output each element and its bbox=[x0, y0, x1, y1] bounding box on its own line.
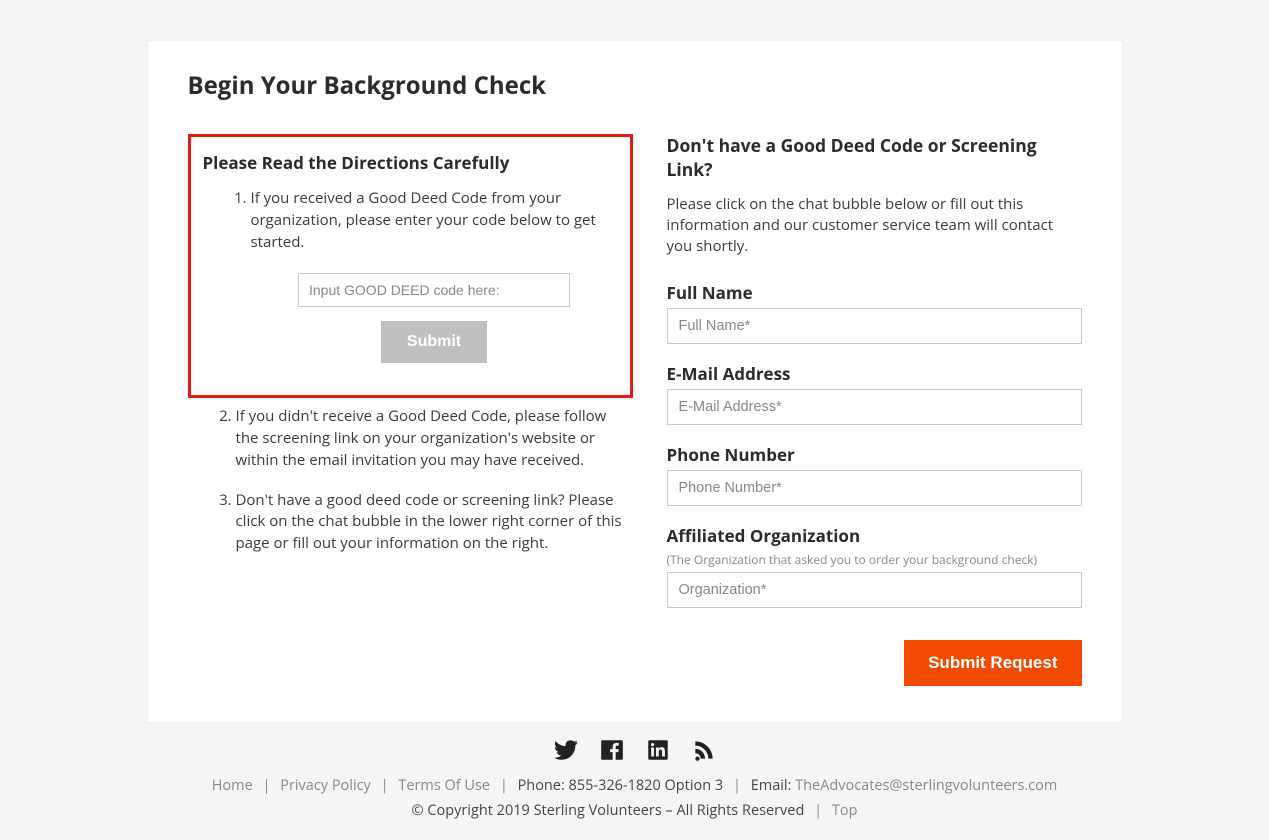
org-note: (The Organization that asked you to orde… bbox=[667, 551, 1082, 568]
social-icons-row bbox=[0, 737, 1269, 768]
direction-step-2: If you didn't receive a Good Deed Code, … bbox=[236, 406, 633, 471]
direction-step-1-text: If you received a Good Deed Code from yo… bbox=[251, 188, 596, 252]
facebook-link[interactable] bbox=[599, 737, 625, 768]
contact-form-heading: Don't have a Good Deed Code or Screening… bbox=[667, 134, 1082, 182]
divider: | bbox=[500, 776, 508, 795]
submit-code-button[interactable]: Submit bbox=[381, 321, 487, 363]
phone-text: Phone: 855-326-1820 Option 3 bbox=[518, 776, 724, 795]
linkedin-icon bbox=[645, 737, 671, 763]
email-label: E-Mail Address bbox=[667, 362, 1082, 385]
main-card: Begin Your Background Check Please Read … bbox=[147, 40, 1123, 723]
twitter-link[interactable] bbox=[553, 737, 579, 768]
submit-request-button[interactable]: Submit Request bbox=[904, 640, 1081, 686]
email-input[interactable] bbox=[667, 389, 1082, 425]
contact-form-lede: Please click on the chat bubble below or… bbox=[667, 194, 1082, 257]
directions-column: Please Read the Directions Carefully If … bbox=[188, 134, 633, 686]
good-deed-code-input[interactable] bbox=[298, 273, 570, 307]
email-link[interactable]: TheAdvocates@sterlingvolunteers.com bbox=[795, 776, 1057, 795]
top-link[interactable]: Top bbox=[832, 801, 858, 820]
copyright-text: © Copyright 2019 Sterling Volunteers – A… bbox=[412, 801, 805, 820]
terms-link[interactable]: Terms Of Use bbox=[398, 776, 490, 795]
twitter-icon bbox=[553, 737, 579, 763]
page-title: Begin Your Background Check bbox=[188, 69, 1082, 102]
divider: | bbox=[263, 776, 271, 795]
footer: Home | Privacy Policy | Terms Of Use | P… bbox=[0, 737, 1269, 820]
divider: | bbox=[814, 801, 822, 820]
divider: | bbox=[733, 776, 741, 795]
org-label: Affiliated Organization bbox=[667, 524, 1082, 547]
full-name-label: Full Name bbox=[667, 281, 1082, 304]
directions-heading: Please Read the Directions Carefully bbox=[203, 151, 618, 174]
facebook-icon bbox=[599, 737, 625, 763]
direction-step-3: Don't have a good deed code or screening… bbox=[236, 490, 633, 555]
phone-label: Phone Number bbox=[667, 443, 1082, 466]
home-link[interactable]: Home bbox=[212, 776, 253, 795]
footer-links-line: Home | Privacy Policy | Terms Of Use | P… bbox=[0, 776, 1269, 795]
contact-form-column: Don't have a Good Deed Code or Screening… bbox=[667, 134, 1082, 686]
linkedin-link[interactable] bbox=[645, 737, 671, 768]
rss-link[interactable] bbox=[691, 737, 717, 768]
footer-copyright-line: © Copyright 2019 Sterling Volunteers – A… bbox=[0, 801, 1269, 820]
divider: | bbox=[381, 776, 389, 795]
rss-icon bbox=[691, 737, 717, 763]
privacy-link[interactable]: Privacy Policy bbox=[280, 776, 371, 795]
directions-highlight-box: Please Read the Directions Carefully If … bbox=[188, 134, 633, 398]
email-prefix: Email: bbox=[751, 776, 792, 795]
phone-input[interactable] bbox=[667, 470, 1082, 506]
direction-step-1: If you received a Good Deed Code from yo… bbox=[251, 188, 618, 363]
org-input[interactable] bbox=[667, 572, 1082, 608]
full-name-input[interactable] bbox=[667, 308, 1082, 344]
